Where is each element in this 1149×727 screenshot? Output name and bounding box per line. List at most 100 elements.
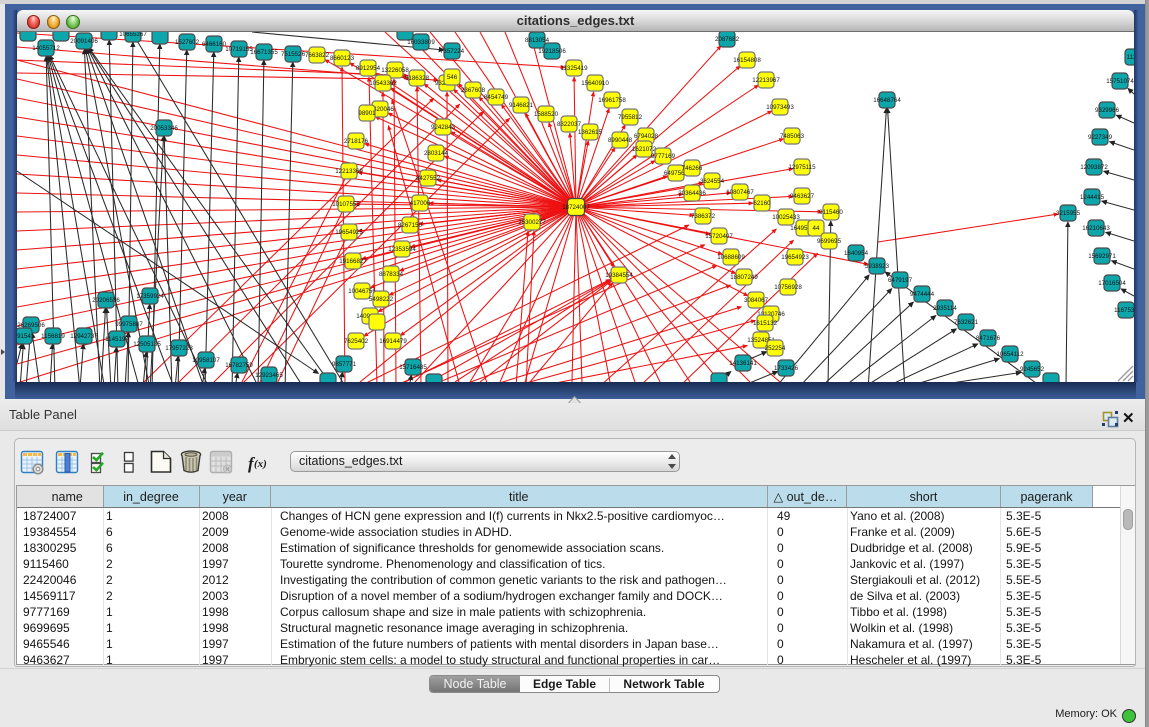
svg-text:10688609: 10688609 — [717, 254, 745, 261]
svg-text:16154808: 16154808 — [733, 57, 761, 64]
svg-text:10973493: 10973493 — [766, 104, 794, 111]
svg-text:18724007: 18724007 — [562, 204, 590, 211]
svg-text:2718176: 2718176 — [344, 138, 369, 145]
svg-text:1112: 1112 — [1127, 54, 1134, 61]
svg-text:15751074: 15751074 — [1106, 78, 1134, 85]
svg-text:391541: 391541 — [17, 333, 35, 340]
svg-text:15692971: 15692971 — [1088, 253, 1116, 260]
svg-text:10046756: 10046756 — [348, 288, 376, 295]
svg-text:10719155: 10719155 — [225, 46, 253, 53]
svg-text:16914479: 16914479 — [379, 338, 407, 345]
svg-text:8878334: 8878334 — [379, 271, 404, 278]
svg-text:16210643: 16210643 — [1082, 225, 1110, 232]
svg-text:12213967: 12213967 — [752, 77, 780, 84]
svg-text:1615132: 1615132 — [753, 320, 778, 327]
svg-text:9227349: 9227349 — [1088, 134, 1113, 141]
svg-text:12213369: 12213369 — [335, 168, 363, 175]
svg-text:15716485: 15716485 — [399, 364, 427, 371]
svg-text:8427552: 8427552 — [416, 175, 441, 182]
svg-text:9777169: 9777169 — [651, 153, 676, 160]
svg-text:13226058: 13226058 — [381, 67, 409, 74]
svg-text:6794028: 6794028 — [634, 133, 659, 140]
svg-text:2803144: 2803144 — [424, 150, 449, 157]
svg-text:15640910: 15640910 — [581, 80, 609, 87]
svg-text:16671355: 16671355 — [250, 49, 278, 56]
svg-text:9242843: 9242843 — [431, 124, 456, 131]
svg-text:19218506: 19218506 — [538, 48, 566, 55]
svg-text:3084067: 3084067 — [744, 297, 769, 304]
svg-text:7663822: 7663822 — [305, 52, 330, 59]
svg-text:2367608: 2367608 — [461, 87, 486, 94]
svg-text:10756928: 10756928 — [774, 284, 802, 291]
svg-text:17957223: 17957223 — [165, 345, 193, 352]
svg-text:12093872: 12093872 — [1080, 164, 1108, 171]
svg-text:11325419: 11325419 — [560, 65, 588, 72]
svg-text:10807467: 10807467 — [726, 189, 754, 196]
svg-text:1733426: 1733426 — [774, 365, 799, 372]
svg-text:3215955: 3215955 — [1056, 210, 1081, 217]
svg-text:16648764: 16648764 — [873, 97, 901, 104]
svg-text:7955812: 7955812 — [618, 114, 643, 121]
svg-text:9329966: 9329966 — [1095, 107, 1120, 114]
svg-text:8186328: 8186328 — [405, 75, 430, 82]
svg-text:12923465: 12923465 — [255, 372, 283, 379]
svg-text:1244415: 1244415 — [1080, 194, 1105, 201]
svg-text:6479197: 6479197 — [888, 277, 913, 284]
svg-text:2087682: 2087682 — [715, 36, 740, 43]
svg-text:9857771: 9857771 — [332, 361, 357, 368]
svg-text:5938923: 5938923 — [865, 263, 890, 270]
svg-text:7386372: 7386372 — [691, 213, 716, 220]
svg-text:44: 44 — [813, 225, 820, 232]
svg-text:(x): (x) — [254, 458, 267, 470]
svg-text:10654112: 10654112 — [996, 351, 1024, 358]
svg-text:9474444: 9474444 — [910, 291, 935, 298]
svg-text:9146821: 9146821 — [509, 102, 534, 109]
svg-text:25300277: 25300277 — [518, 219, 546, 226]
svg-text:12505135: 12505135 — [133, 341, 161, 348]
svg-text:8471676: 8471676 — [976, 335, 1001, 342]
svg-text:7515526: 7515526 — [281, 51, 306, 58]
svg-text:12975115: 12975115 — [788, 164, 816, 171]
svg-text:12353594: 12353594 — [388, 246, 416, 253]
svg-text:19654923: 19654923 — [781, 254, 809, 261]
svg-text:8912954: 8912954 — [356, 65, 381, 72]
svg-text:5498222: 5498222 — [369, 296, 394, 303]
svg-text:12942737: 12942737 — [70, 333, 98, 340]
svg-text:20091406: 20091406 — [70, 38, 98, 45]
svg-text:19384554: 19384554 — [605, 272, 633, 279]
svg-text:1640954: 1640954 — [844, 250, 869, 257]
svg-text:1156819: 1156819 — [41, 333, 65, 340]
svg-text:8990448: 8990448 — [608, 137, 633, 144]
svg-text:7357224: 7357224 — [440, 48, 465, 55]
svg-text:20053346: 20053346 — [150, 125, 178, 132]
svg-text:417006: 417006 — [410, 200, 431, 207]
svg-text:14055712: 14055712 — [32, 45, 60, 52]
svg-text:8454749: 8454749 — [484, 94, 509, 101]
svg-text:10107553: 10107553 — [332, 201, 360, 208]
svg-text:1621072: 1621072 — [632, 146, 657, 153]
svg-text:252254: 252254 — [765, 345, 786, 352]
svg-text:14136141: 14136141 — [729, 360, 757, 367]
svg-text:746266: 746266 — [682, 165, 703, 172]
svg-text:9463627: 9463627 — [790, 193, 815, 200]
svg-text:9115460: 9115460 — [819, 209, 843, 216]
svg-text:19166827: 19166827 — [339, 258, 367, 265]
svg-text:98901: 98901 — [358, 110, 376, 117]
svg-text:1362615: 1362615 — [578, 129, 603, 136]
svg-text:19654925: 19654925 — [335, 229, 363, 236]
svg-text:15720407: 15720407 — [705, 233, 733, 240]
svg-text:10655267: 10655267 — [119, 32, 147, 38]
svg-text:6466160: 6466160 — [202, 41, 227, 48]
svg-text:546: 546 — [447, 74, 458, 81]
svg-text:3624554: 3624554 — [700, 178, 725, 185]
svg-text:16782759: 16782759 — [225, 362, 253, 369]
svg-text:8267150: 8267150 — [398, 222, 423, 229]
svg-text:17016504: 17016504 — [1098, 280, 1126, 287]
svg-text:7625402: 7625402 — [344, 338, 369, 345]
svg-text:1167531: 1167531 — [1114, 307, 1134, 314]
svg-text:9699695: 9699695 — [817, 238, 842, 245]
svg-text:7632621: 7632621 — [954, 319, 979, 326]
svg-text:1145194: 1145194 — [105, 336, 129, 343]
svg-text:99975887: 99975887 — [115, 321, 143, 328]
svg-text:20364436: 20364436 — [678, 190, 706, 197]
